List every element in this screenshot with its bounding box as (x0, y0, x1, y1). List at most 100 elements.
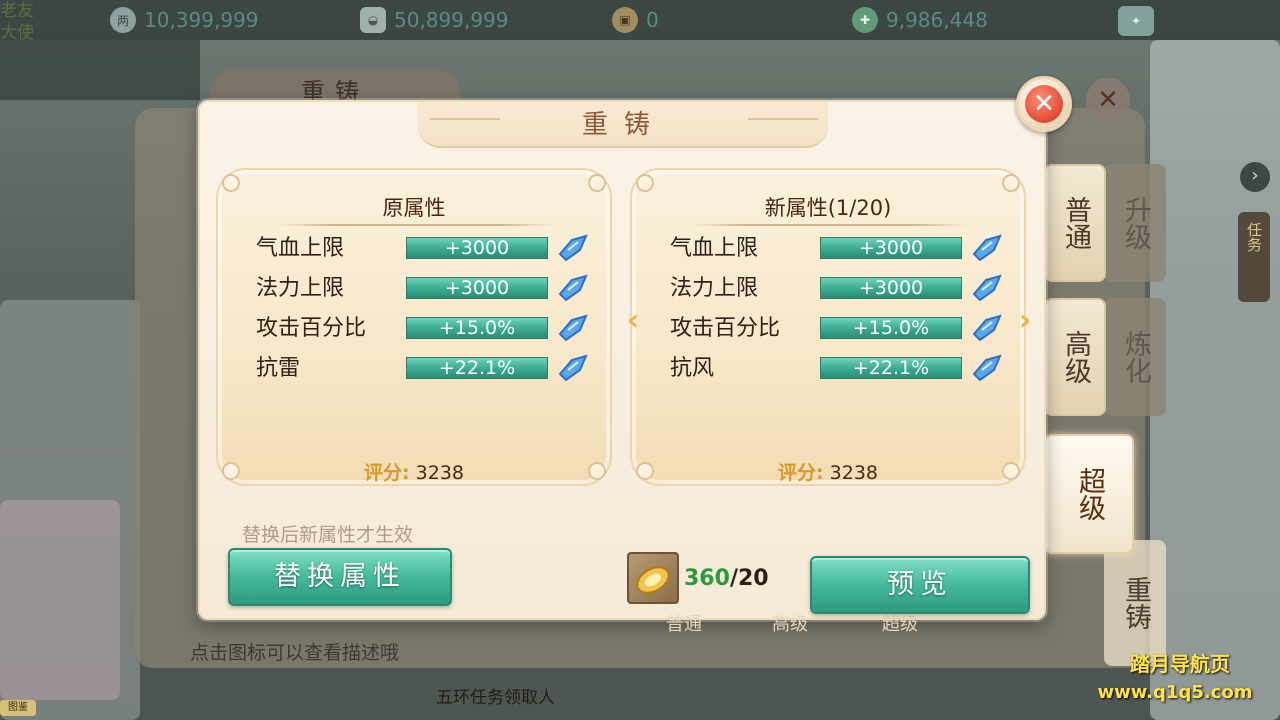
panel-divider (692, 224, 968, 226)
panel-corner-ornament (222, 174, 240, 192)
new-attributes-panel: 新属性(1/20) 气血上限 +3000 法力上限 +3000 攻击百分比 +1… (630, 168, 1026, 486)
close-icon: ✕ (1025, 85, 1063, 123)
attribute-value: +3000 (406, 277, 548, 299)
task-tracker-tab[interactable]: 任务 (1238, 212, 1270, 302)
attribute-name: 抗风 (670, 356, 715, 381)
ghost-tab-label: 高级 (772, 614, 808, 635)
attribute-name: 抗雷 (256, 356, 301, 381)
npc-name-line: 大使 (0, 23, 34, 43)
tab-upgrade[interactable]: 升级 (1104, 164, 1166, 282)
resource-silver-coin[interactable]: 两 10,399,999 (110, 6, 259, 34)
attribute-name: 法力上限 (670, 276, 759, 301)
watermark-url: www.q1q5.com (1097, 682, 1253, 703)
tab-label: 重铸 (1120, 576, 1151, 630)
npc-name: 老友 大使 (0, 0, 34, 44)
tab-label: 普通 (1060, 196, 1091, 250)
panel-title: 新属性(1/20) (764, 196, 892, 220)
original-attributes-panel: 原属性 气血上限 +3000 法力上限 +3000 攻击百分比 +15.0% 抗… (216, 168, 612, 486)
resource-silver-ingot[interactable]: ◒ 50,899,999 (360, 6, 509, 34)
material-count: 360/20 (684, 566, 769, 591)
replace-attributes-button[interactable]: 替换属性 (228, 548, 452, 606)
watermark-title: 踏月导航页 (1130, 652, 1230, 676)
panel-corner-ornament (1002, 174, 1020, 192)
silver-coin-icon: 两 (110, 7, 136, 33)
prev-attribute-arrow-icon[interactable]: ‹ (622, 306, 644, 338)
silver-ingot-icon: ◒ (360, 7, 386, 33)
panel-title: 原属性 (382, 196, 446, 220)
resource-copper-coin[interactable]: ▣ 0 (612, 6, 659, 34)
scenery-snow-tree (1150, 40, 1280, 720)
tab-refine[interactable]: 炼化 (1104, 298, 1166, 416)
resource-jade[interactable]: ✚ 9,986,448 (852, 6, 988, 34)
npc-name-line: 老友 (0, 1, 34, 21)
attribute-name: 气血上限 (256, 236, 345, 261)
attribute-row: 气血上限 +3000 (256, 234, 596, 264)
dialog-title: 重铸 (581, 110, 666, 140)
quality-gem-icon[interactable] (556, 232, 590, 264)
attribute-value: +3000 (820, 237, 962, 259)
scenery-blossom (0, 500, 120, 700)
attribute-row: 法力上限 +3000 (670, 274, 1010, 304)
attribute-row: 攻击百分比 +15.0% (670, 314, 1010, 344)
resource-value: 9,986,448 (886, 8, 988, 32)
tab-label: 高级 (1060, 330, 1091, 384)
attribute-value: +3000 (406, 237, 548, 259)
resource-value: 50,899,999 (394, 8, 509, 32)
attribute-value: +22.1% (820, 357, 962, 379)
quality-gem-icon[interactable] (556, 352, 590, 384)
recast-stone-icon (636, 566, 670, 594)
attribute-row: 攻击百分比 +15.0% (256, 314, 596, 344)
quality-gem-icon[interactable] (970, 352, 1004, 384)
attribute-value: +3000 (820, 277, 962, 299)
tab-label: 升级 (1120, 196, 1151, 250)
task-tracker-label: 任务 (1245, 222, 1263, 252)
attribute-row: 抗雷 +22.1% (256, 354, 596, 384)
quality-gem-icon[interactable] (970, 232, 1004, 264)
tab-super[interactable]: 超级 (1044, 434, 1134, 554)
replace-hint-text: 替换后新属性才生效 (242, 524, 414, 546)
quality-gem-icon[interactable] (970, 312, 1004, 344)
background-hint-text: 点击图标可以查看描述哦 (190, 642, 400, 664)
bottom-badge[interactable]: 图鉴 (0, 700, 36, 716)
attribute-row: 气血上限 +3000 (670, 234, 1010, 264)
attribute-row: 抗风 +22.1% (670, 354, 1010, 384)
quality-gem-icon[interactable] (556, 272, 590, 304)
attribute-name: 攻击百分比 (256, 316, 367, 341)
attribute-value: +15.0% (406, 317, 548, 339)
tab-normal[interactable]: 普通 (1044, 164, 1106, 282)
attribute-name: 气血上限 (670, 236, 759, 261)
expand-chevron-right-icon[interactable]: › (1240, 162, 1270, 192)
attribute-row: 法力上限 +3000 (256, 274, 596, 304)
resource-bar: 老友 大使 两 10,399,999 ◒ 50,899,999 ▣ 0 ✚ 9,… (0, 0, 1280, 43)
quest-npc-label: 五环任务领取人 (436, 688, 555, 708)
panel-corner-ornament (588, 174, 606, 192)
tab-advanced[interactable]: 高级 (1044, 298, 1106, 416)
tab-label: 炼化 (1120, 330, 1151, 384)
resource-value: 0 (646, 8, 659, 32)
panel-divider (278, 224, 554, 226)
panel-score: 评分: 3238 (632, 458, 1024, 485)
close-dialog-button[interactable]: ✕ (1016, 76, 1072, 132)
attribute-name: 法力上限 (256, 276, 345, 301)
copper-coin-icon: ▣ (612, 7, 638, 33)
quality-gem-icon[interactable] (970, 272, 1004, 304)
ghost-tab-label: 普通 (666, 614, 702, 635)
material-need: /20 (729, 566, 769, 591)
panel-corner-ornament (636, 174, 654, 192)
background-close-icon: ✕ (1086, 78, 1130, 122)
scenery-roof (0, 40, 200, 100)
attribute-value: +22.1% (406, 357, 548, 379)
material-have: 360 (684, 566, 730, 591)
next-attribute-arrow-icon[interactable]: › (1014, 306, 1036, 338)
quality-gem-icon[interactable] (556, 312, 590, 344)
score-value: 3238 (415, 462, 464, 484)
top-right-badge-icon[interactable]: ✦ (1118, 6, 1154, 36)
tab-label: 超级 (1074, 467, 1105, 521)
panel-score: 评分: 3238 (218, 458, 610, 485)
preview-button[interactable]: 预览 (810, 556, 1030, 614)
score-label: 评分: (777, 462, 824, 484)
score-value: 3238 (829, 462, 878, 484)
resource-value: 10,399,999 (144, 8, 259, 32)
score-label: 评分: (363, 462, 410, 484)
recast-material-item[interactable] (627, 552, 679, 604)
